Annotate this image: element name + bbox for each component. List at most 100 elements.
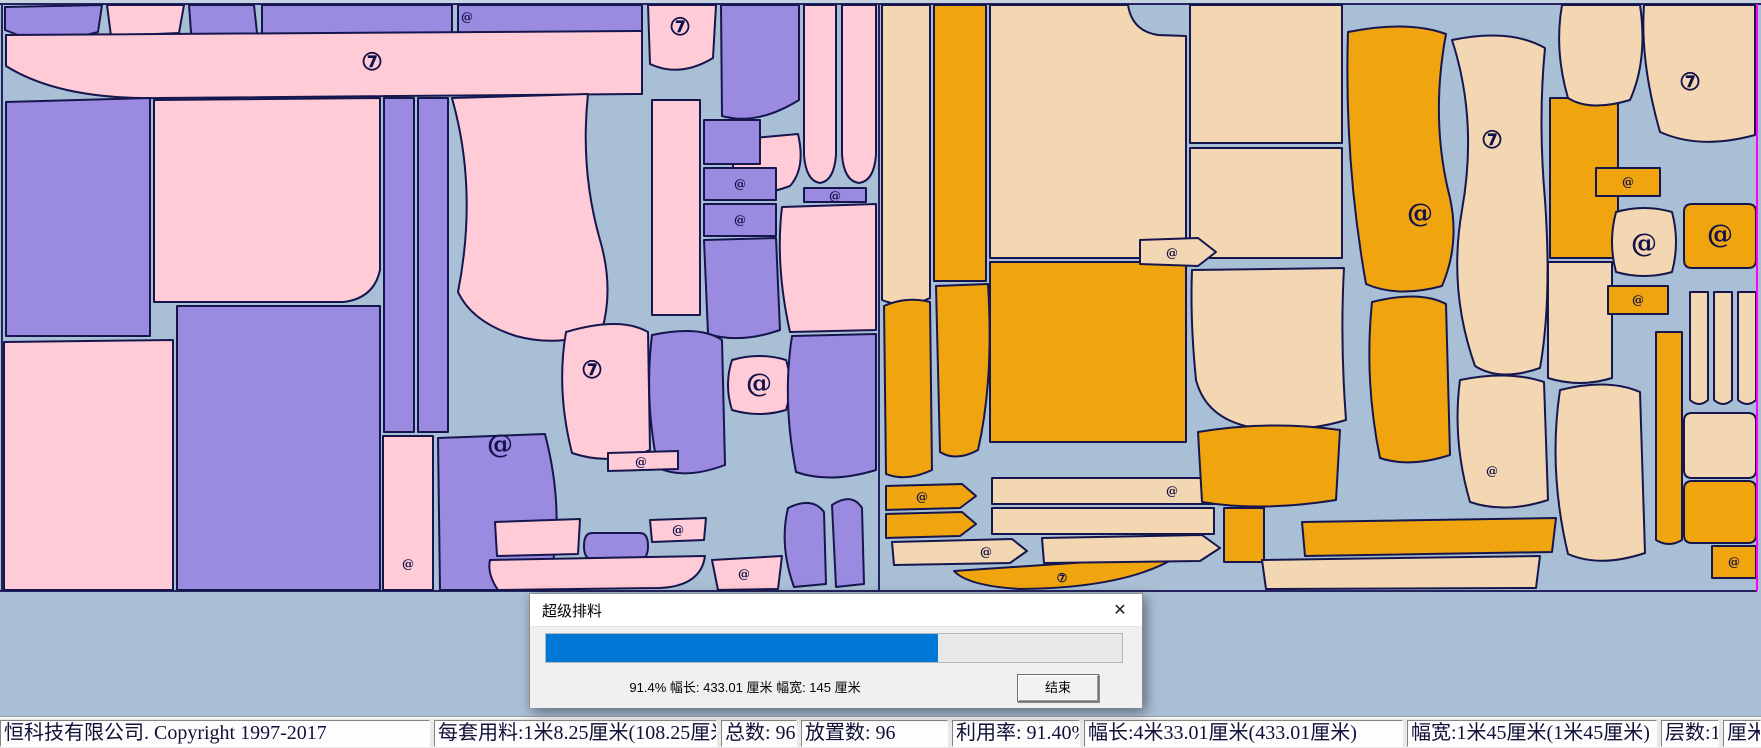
piece-label-glyph: ⑦ — [581, 355, 603, 384]
status-field-3: 放置数: 96 — [801, 720, 948, 747]
pattern-piece[interactable] — [1190, 5, 1342, 143]
piece-label-glyph: @ — [1486, 464, 1498, 478]
piece-label-glyph: @ — [402, 557, 414, 571]
pattern-piece[interactable] — [992, 478, 1236, 504]
piece-label-glyph: @ — [738, 567, 750, 581]
piece-label-glyph: ⑦ — [1481, 125, 1503, 154]
pattern-piece[interactable] — [6, 98, 150, 336]
piece-label-glyph: @ — [1728, 555, 1740, 569]
status-field-1: 每套用料:1米8.25厘米(108.25厘米) — [434, 720, 717, 747]
pattern-piece[interactable] — [832, 499, 864, 587]
pattern-piece[interactable] — [1714, 292, 1732, 404]
piece-label-glyph: ⑦ — [669, 12, 691, 41]
status-field-2: 总数: 96 — [721, 720, 797, 747]
pattern-piece[interactable] — [584, 533, 648, 559]
piece-label-glyph: @ — [672, 523, 684, 537]
pattern-piece[interactable] — [1192, 268, 1347, 429]
pattern-piece[interactable] — [1042, 535, 1220, 563]
pattern-piece[interactable] — [1224, 508, 1264, 562]
right-marker — [882, 5, 1756, 589]
pattern-piece[interactable] — [785, 503, 826, 587]
pattern-piece[interactable] — [788, 334, 876, 478]
dialog-body: 91.4% 幅长: 433.01 厘米 幅宽: 145 厘米 结束 — [530, 626, 1142, 708]
pattern-piece[interactable] — [1684, 481, 1756, 543]
piece-label-glyph: @ — [980, 545, 992, 559]
pattern-piece[interactable] — [1684, 413, 1756, 478]
status-field-6: 幅宽:1米45厘米(1米45厘米) — [1407, 720, 1657, 747]
pattern-piece[interactable] — [489, 556, 705, 590]
status-field-7: 层数:1 — [1661, 720, 1719, 747]
piece-label-glyph: @ — [1622, 175, 1634, 189]
piece-label-glyph: ⑦ — [361, 47, 383, 76]
status-field-4: 利用率: 91.40% — [952, 720, 1080, 747]
pattern-piece[interactable] — [884, 300, 932, 477]
pattern-piece[interactable] — [1458, 375, 1548, 507]
pattern-piece[interactable] — [452, 94, 608, 341]
pattern-piece[interactable] — [1656, 332, 1682, 544]
status-field-8: 厘米 — [1723, 720, 1761, 747]
status-bar: 恒科技有限公司. Copyright 1997-2017每套用料:1米8.25厘… — [0, 716, 1761, 748]
pattern-piece[interactable] — [704, 120, 760, 164]
piece-label-glyph: @ — [1707, 220, 1733, 250]
pattern-piece[interactable] — [704, 238, 780, 338]
pattern-piece[interactable] — [886, 512, 976, 538]
end-button[interactable]: 结束 — [1017, 674, 1099, 702]
piece-label-glyph: @ — [461, 10, 473, 24]
piece-label-glyph: @ — [734, 213, 746, 227]
dialog-title: 超级排料 — [542, 600, 602, 621]
status-field-5: 幅长:4米33.01厘米(433.01厘米) — [1084, 720, 1403, 747]
piece-label-glyph: @ — [1407, 199, 1433, 229]
pattern-piece[interactable] — [882, 5, 930, 305]
progress-status-text: 91.4% 幅长: 433.01 厘米 幅宽: 145 厘米 — [545, 677, 945, 696]
pattern-piece[interactable] — [936, 284, 990, 457]
piece-label-glyph: @ — [635, 455, 647, 469]
progress-bar — [545, 633, 1123, 663]
pattern-piece[interactable] — [4, 340, 173, 590]
pattern-piece[interactable] — [1369, 296, 1450, 462]
pattern-piece[interactable] — [1198, 425, 1340, 506]
pattern-piece[interactable] — [1452, 36, 1548, 375]
pattern-piece[interactable] — [384, 98, 414, 432]
pattern-piece[interactable] — [892, 539, 1027, 565]
pattern-piece[interactable] — [154, 98, 380, 302]
pattern-piece[interactable] — [562, 324, 650, 459]
pattern-piece[interactable] — [990, 5, 1186, 258]
pattern-piece[interactable] — [1690, 292, 1708, 404]
pattern-piece[interactable] — [804, 5, 836, 183]
pattern-piece[interactable] — [652, 100, 700, 315]
piece-label-glyph: @ — [1166, 484, 1178, 498]
pattern-piece[interactable] — [1556, 384, 1646, 560]
pattern-piece[interactable] — [1190, 148, 1342, 258]
pattern-piece[interactable] — [990, 262, 1186, 442]
pattern-piece[interactable] — [177, 306, 380, 590]
pattern-piece[interactable] — [992, 508, 1214, 534]
pattern-piece[interactable] — [418, 98, 448, 432]
pattern-piece[interactable] — [495, 519, 580, 556]
pattern-piece[interactable] — [1347, 26, 1453, 291]
pattern-piece[interactable] — [842, 5, 876, 183]
piece-label-glyph: @ — [1166, 246, 1178, 260]
super-nesting-dialog: 超级排料 ✕ 91.4% 幅长: 433.01 厘米 幅宽: 145 厘米 结束 — [529, 593, 1143, 708]
status-field-0: 恒科技有限公司. Copyright 1997-2017 — [0, 720, 430, 747]
pattern-piece[interactable] — [1559, 5, 1642, 106]
pattern-piece[interactable] — [1262, 556, 1540, 589]
pattern-piece[interactable] — [1140, 238, 1216, 266]
pattern-piece[interactable] — [934, 5, 986, 281]
pattern-piece[interactable] — [6, 31, 642, 98]
pattern-piece[interactable] — [1738, 292, 1756, 404]
piece-label-glyph: @ — [916, 490, 928, 504]
close-icon[interactable]: ✕ — [1098, 594, 1142, 626]
pattern-piece[interactable] — [107, 5, 184, 36]
pattern-piece[interactable] — [780, 204, 876, 332]
piece-label-glyph: ⑦ — [1679, 67, 1701, 96]
piece-label-glyph: @ — [487, 430, 513, 460]
piece-label-glyph: @ — [1632, 293, 1644, 307]
pattern-piece[interactable] — [721, 5, 799, 119]
pattern-piece[interactable] — [1548, 262, 1612, 383]
window-top-edge — [0, 0, 1761, 3]
dialog-title-bar[interactable]: 超级排料 ✕ — [530, 594, 1142, 626]
progress-fill — [546, 634, 938, 662]
pattern-piece[interactable] — [886, 484, 976, 510]
pattern-piece[interactable] — [1302, 518, 1556, 556]
piece-label-glyph: ⑦ — [1057, 571, 1068, 585]
